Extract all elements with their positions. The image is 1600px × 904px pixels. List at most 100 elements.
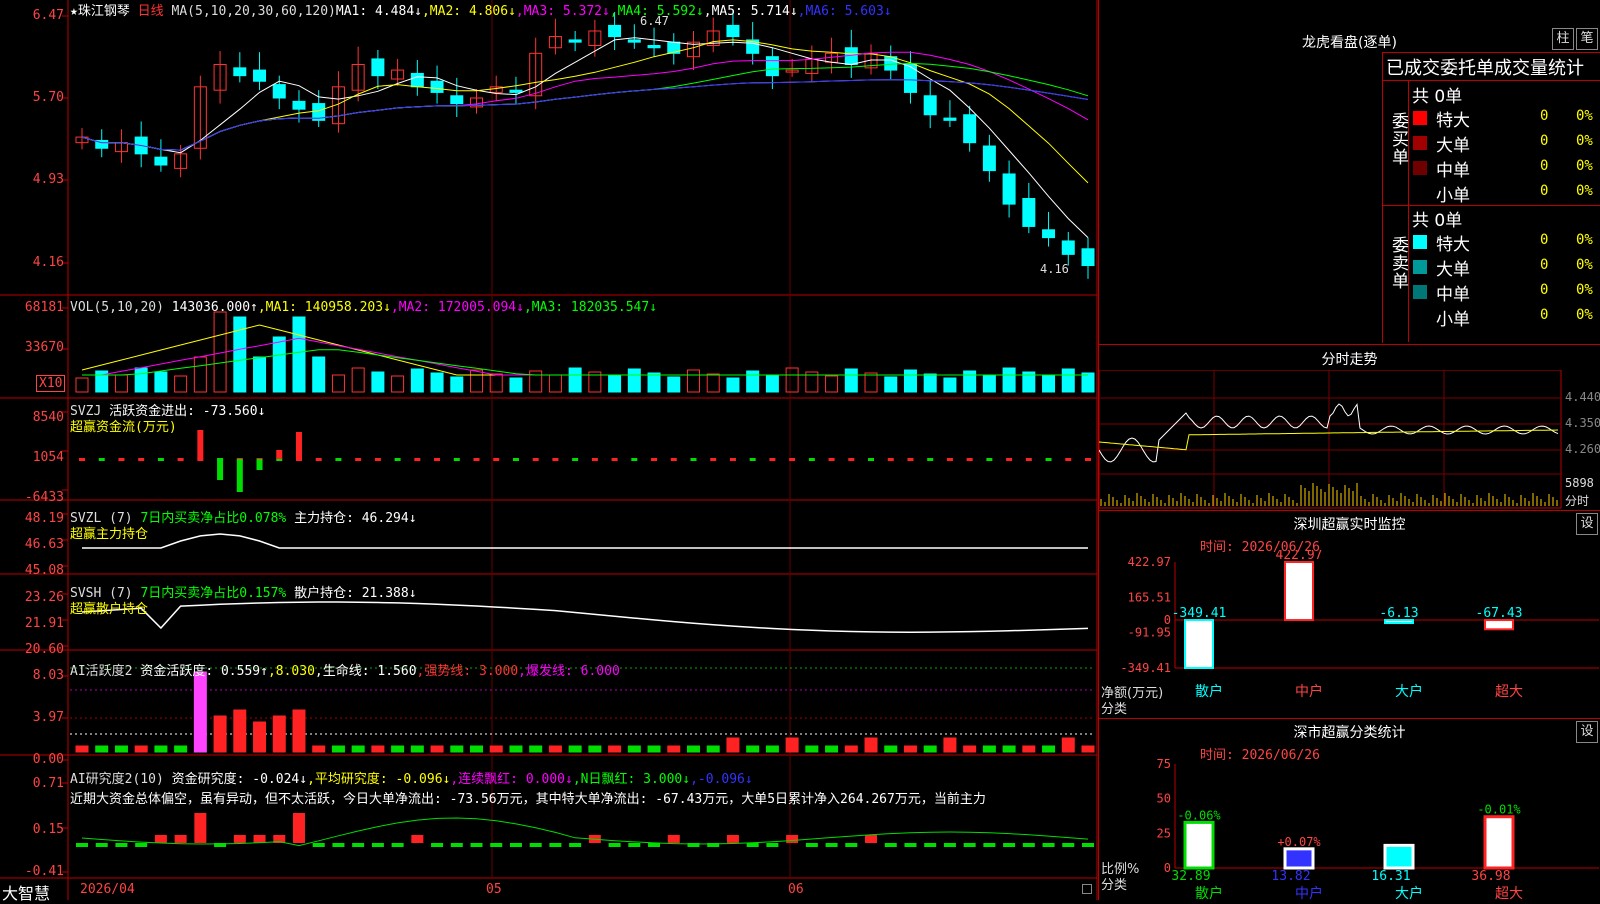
candle-down (1002, 173, 1016, 205)
vol-ma1: ,MA1: 140958.203↓ (257, 300, 391, 315)
ai-research-bar (115, 843, 128, 847)
ai-research-bar (963, 843, 976, 847)
candle-down (292, 100, 306, 110)
ai-research-bar (1062, 843, 1075, 847)
classify-category-label: 中户 (1295, 885, 1323, 900)
candle-down (903, 63, 917, 93)
candle-down (410, 72, 424, 88)
volume-bar (963, 370, 977, 393)
ai-research-bar (1003, 843, 1016, 847)
intraday-axis-1: 4.440 (1565, 390, 1600, 404)
volume-bar (470, 369, 484, 393)
ai-active-bar (410, 745, 424, 753)
ai-active-bar (213, 715, 227, 753)
ai-active-label3: ,生命线: 1.560 (314, 664, 417, 679)
classify-bar-大户 (1383, 843, 1415, 870)
sz-monitor-settings-button[interactable]: 设 (1576, 513, 1598, 535)
order-color-swatch (1413, 161, 1427, 175)
ai-active-bar (746, 745, 760, 753)
volume-bar (134, 367, 148, 393)
ai-active-bar (667, 745, 681, 753)
ai-active-bar (292, 709, 306, 753)
monitor-axis-label: 165.51 (1128, 590, 1171, 604)
period-label[interactable]: 日线 (138, 4, 164, 19)
x-date-2: 05 (486, 882, 502, 897)
vol-header: VOL(5,10,20) 143036.000↑,MA1: 140958.203… (70, 300, 657, 315)
ai-research-label1: 资金研究度: -0.024↓ (171, 772, 308, 787)
ai-research-bar (608, 843, 621, 847)
svzj-dash (1065, 458, 1072, 461)
order-color-swatch (1413, 285, 1427, 299)
ai-active-label4: ,强势线: 3.000 (416, 664, 519, 679)
lock-icon[interactable] (1082, 884, 1092, 894)
ai-research-bar (845, 843, 858, 847)
svzj-dash (611, 458, 618, 461)
sz-classify-settings-button[interactable]: 设 (1576, 721, 1598, 743)
volume-bar (391, 375, 405, 393)
svzj-dash (493, 458, 500, 461)
monitor-bar-value: -67.43 (1476, 606, 1523, 621)
order-row-count: 0 (1540, 232, 1549, 248)
ai-research-bar (1042, 843, 1055, 847)
favorite-star-icon[interactable]: ★ (70, 4, 78, 19)
order-row-pct: 0% (1576, 232, 1593, 248)
intraday-frame (1099, 370, 1562, 509)
svsh-line (81, 601, 1089, 633)
intraday-chart[interactable] (1099, 370, 1600, 510)
ai-active-bar (844, 745, 858, 753)
svzj-dash (118, 458, 125, 461)
ai-active-label1: 资金活跃度: 0.559↑ (140, 664, 268, 679)
separator-3 (1099, 718, 1600, 719)
ai-active-bar (351, 745, 365, 753)
ai-active-bar (686, 745, 700, 753)
ai-active-bar (529, 745, 543, 753)
low-price-label: 4.16 (1040, 262, 1069, 276)
svzj-axis-mid: 1054 (32, 450, 64, 465)
svzj-dash (907, 458, 914, 461)
intraday-axis-5: 分时 (1565, 494, 1590, 508)
svsh-subtitle: 超赢散户持仓 (70, 602, 149, 617)
bar-mode-button[interactable]: 柱 (1552, 28, 1574, 50)
order-row-pct: 0% (1576, 158, 1593, 174)
svzj-dash (769, 458, 776, 461)
svzj-dash (966, 458, 973, 461)
ai-active-axis-bottom: 0.00 (32, 752, 64, 767)
volume-bar (647, 372, 661, 393)
ai-active-bar (371, 745, 385, 753)
classify-change-label: +0.07% (1277, 835, 1321, 849)
ai-research-bar (253, 835, 266, 843)
volume-bar (568, 367, 582, 393)
brand-label: 大智慧 (2, 884, 51, 903)
ai-active-bar (568, 745, 582, 753)
volume-bar (943, 377, 957, 393)
intraday-axis-4: 5898 (1565, 476, 1594, 490)
monitor-axis-label: -91.95 (1128, 626, 1171, 640)
monitor-bar-value: -349.41 (1172, 606, 1227, 621)
ma-value-5: ,MA5: 5.714↓ (703, 4, 798, 19)
intraday-title: 分时走势 (1321, 352, 1378, 368)
ai-active-bar (114, 745, 128, 753)
kline-chart-area[interactable] (0, 0, 1098, 900)
svzl-axis-top: 48.19 (24, 511, 64, 526)
candle-down (923, 95, 937, 116)
classify-change-label: -0.01% (1477, 803, 1521, 817)
svzl-label2: 主力持仓: 46.294↓ (294, 511, 417, 526)
svzl-axis-mid: 46.63 (24, 537, 64, 552)
pen-mode-button[interactable]: 笔 (1576, 28, 1598, 50)
svzj-dash (887, 458, 894, 461)
volume-bar (923, 373, 937, 393)
ai-research-bar (76, 843, 88, 847)
svzj-dash (552, 458, 559, 461)
ai-active-bar (154, 745, 168, 753)
order-row-label: 大单 (1436, 260, 1470, 280)
svzj-spike (256, 459, 263, 470)
ma-value-6: ,MA6: 5.603↓ (797, 4, 892, 19)
svzj-dash (572, 458, 579, 461)
ai-active-bar (450, 745, 464, 753)
order-row-label: 大单 (1436, 136, 1470, 156)
ma-label: MA(5,10,20,30,60,120) (171, 4, 336, 19)
candle-down (272, 84, 286, 99)
sz-classify-xlabel: 分类 (1101, 878, 1128, 893)
monitor-bar-散户 (1184, 619, 1214, 670)
classify-category-label: 散户 (1195, 885, 1223, 900)
